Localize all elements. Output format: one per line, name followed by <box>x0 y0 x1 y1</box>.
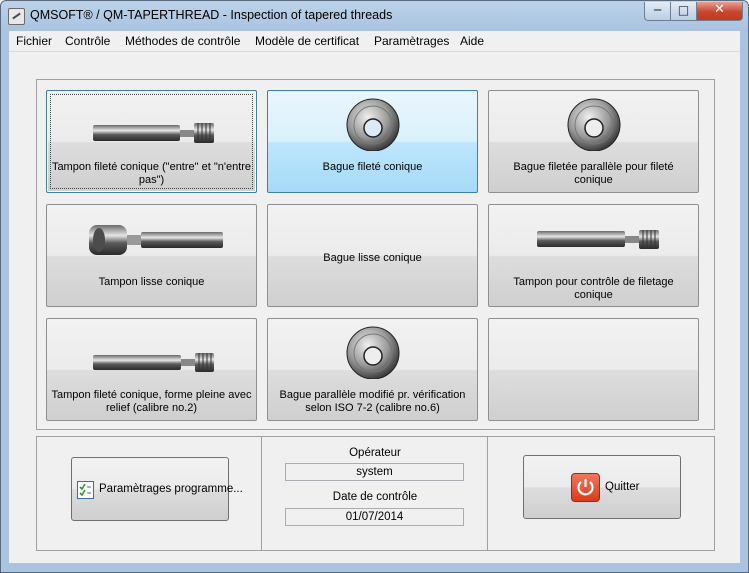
tile-plain-taper-plug[interactable]: Tampon lisse conique <box>46 204 257 307</box>
divider <box>261 436 262 551</box>
tile-empty[interactable] <box>488 318 699 421</box>
menu-methodes-de-controle[interactable]: Méthodes de contrôle <box>125 34 240 48</box>
operator-field[interactable]: system <box>285 463 464 481</box>
divider <box>487 436 488 551</box>
minimize-icon: ─ <box>653 3 662 17</box>
tile-label: Tampon fileté conique ("entre" et "n'ent… <box>51 161 252 186</box>
tile-threaded-plug-go-nogo[interactable]: Tampon fileté conique ("entre" et "n'ent… <box>46 90 257 193</box>
plain-plug-gauge-icon <box>47 215 256 265</box>
close-icon: ✕ <box>714 2 725 17</box>
power-icon <box>571 473 600 502</box>
client-area: Tampon fileté conique ("entre" et "n'ent… <box>9 52 740 563</box>
menu-parametrages[interactable]: Paramètrages <box>374 34 449 48</box>
app-icon[interactable] <box>8 8 25 25</box>
check-date-field[interactable]: 01/07/2014 <box>285 508 464 526</box>
ring-gauge-icon <box>268 95 477 152</box>
tile-label: Tampon fileté conique, forme pleine avec… <box>51 389 252 414</box>
program-settings-label: Paramètrages programme... <box>99 483 243 495</box>
menu-modele-de-certificat[interactable]: Modèle de certificat <box>255 34 359 48</box>
ring-gauge-icon <box>489 95 698 152</box>
checklist-icon <box>77 481 94 499</box>
program-settings-button[interactable]: Paramètrages programme... <box>71 457 243 521</box>
close-button[interactable]: ✕ <box>696 2 743 21</box>
maximize-icon: □ <box>677 3 690 17</box>
tile-tapered-thread-ring[interactable]: Bague fileté conique <box>267 90 478 193</box>
threaded-plug-gauge-icon <box>47 329 256 379</box>
operator-label: Opérateur <box>349 447 401 459</box>
menu-bar: Fichier Contrôle Méthodes de contrôle Mo… <box>9 31 740 52</box>
window-bottom-border <box>1 563 748 572</box>
tile-label: Tampon pour contrôle de filetage conique <box>513 276 674 301</box>
ring-gauge-icon <box>268 323 477 380</box>
title-bar[interactable]: QMSOFT® / QM-TAPERTHREAD - Inspection of… <box>1 1 748 31</box>
tile-label: Bague lisse conique <box>323 252 422 264</box>
window-title: QMSOFT® / QM-TAPERTHREAD - Inspection of… <box>30 8 393 22</box>
tile-thread-check-plug[interactable]: Tampon pour contrôle de filetage conique <box>488 204 699 307</box>
tile-parallel-thread-ring[interactable]: Bague filetée parallèle pour fileté coni… <box>488 90 699 193</box>
tile-label: Tampon lisse conique <box>98 276 205 288</box>
menu-aide[interactable]: Aide <box>460 34 484 48</box>
tile-plain-taper-ring[interactable]: Bague lisse conique <box>267 204 478 307</box>
tile-label: Bague fileté conique <box>322 161 423 173</box>
main-window: QMSOFT® / QM-TAPERTHREAD - Inspection of… <box>0 0 749 573</box>
quit-label: Quitter <box>605 481 640 493</box>
minimize-button[interactable]: ─ <box>644 2 671 21</box>
check-date-label: Date de contrôle <box>332 491 418 503</box>
quit-button[interactable]: Quitter <box>523 455 681 519</box>
tile-label: Bague filetée parallèle pour fileté coni… <box>513 161 674 186</box>
maximize-button[interactable]: □ <box>670 2 697 21</box>
menu-fichier[interactable]: Fichier <box>16 34 52 48</box>
tile-label: Bague parallèle modifié pr. vérification… <box>279 389 466 414</box>
threaded-plug-gauge-icon <box>489 215 698 265</box>
tile-modified-parallel-ring[interactable]: Bague parallèle modifié pr. vérification… <box>267 318 478 421</box>
tile-threaded-plug-full-form[interactable]: Tampon fileté conique, forme pleine avec… <box>46 318 257 421</box>
menu-controle[interactable]: Contrôle <box>65 34 110 48</box>
threaded-plug-gauge-icon <box>47 101 256 151</box>
